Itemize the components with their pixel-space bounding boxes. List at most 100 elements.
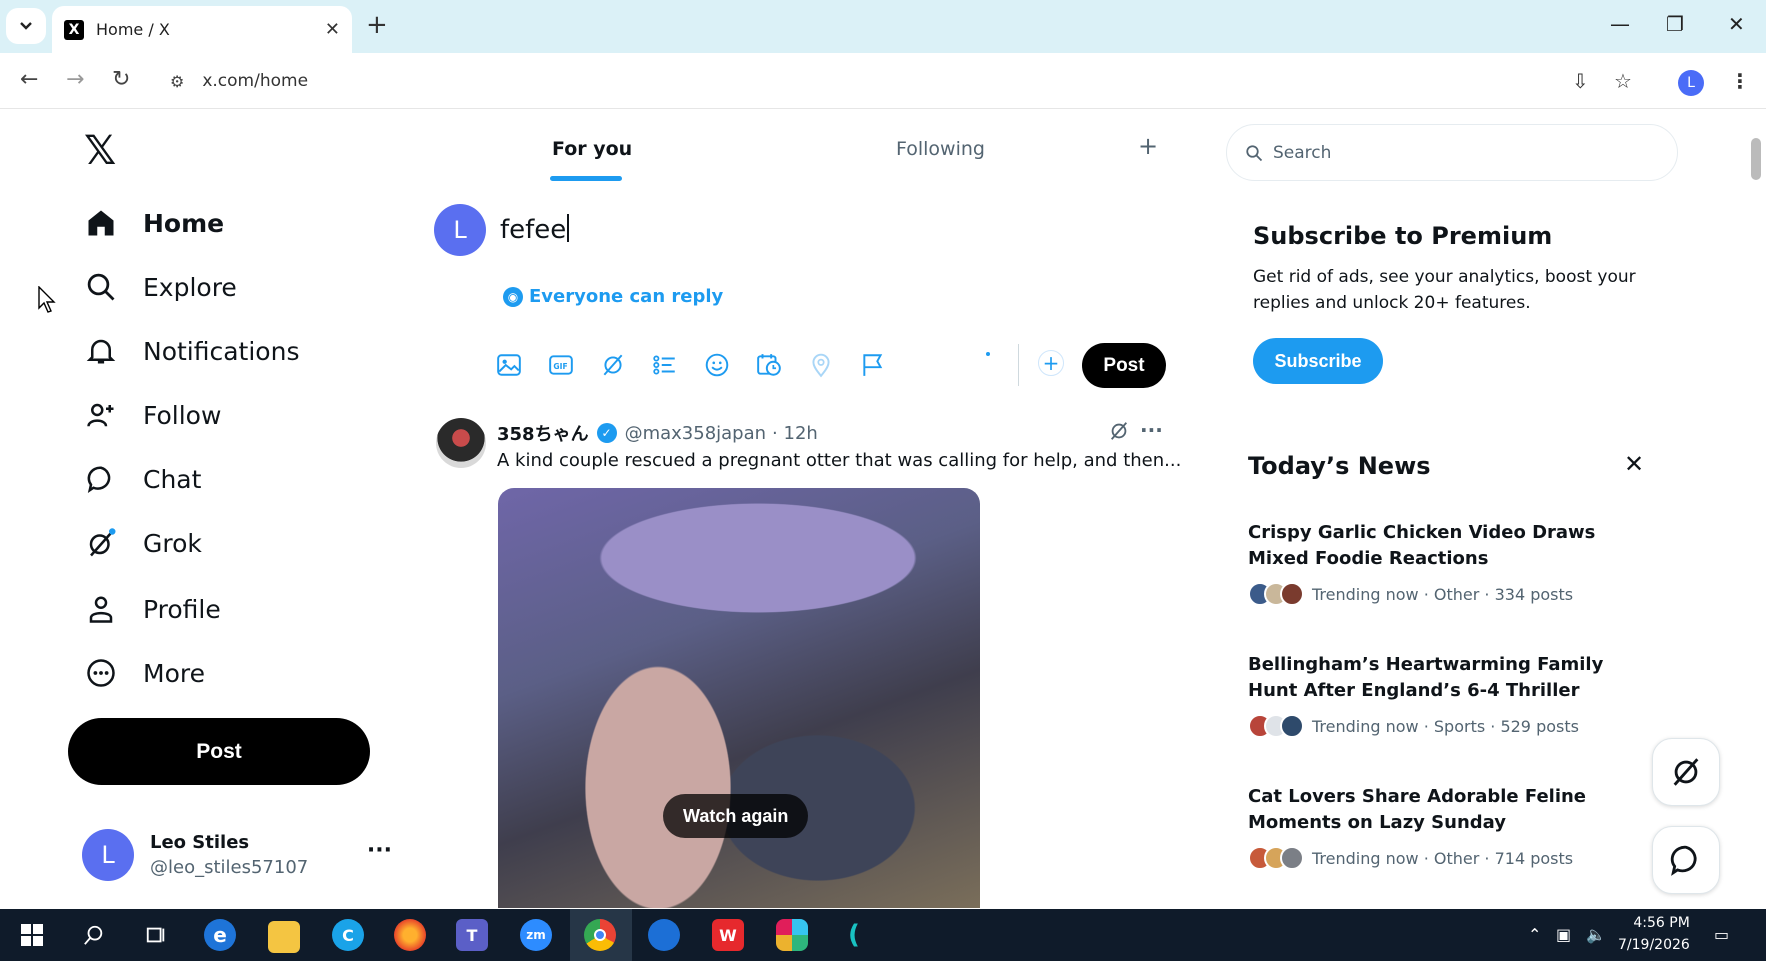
tab-search-button[interactable] bbox=[6, 8, 46, 44]
sidebar-post-button[interactable]: Post bbox=[68, 718, 370, 785]
wave-app-icon[interactable]: ( bbox=[838, 919, 870, 951]
tweet-video[interactable]: Watch again bbox=[498, 488, 980, 908]
news-meta: Trending now · Other · 334 posts bbox=[1312, 584, 1574, 604]
sidebar-item-home[interactable]: Home bbox=[84, 198, 224, 248]
grok-icon[interactable] bbox=[600, 348, 652, 382]
flag-icon[interactable] bbox=[860, 348, 912, 382]
site-settings-icon[interactable]: ⚙ bbox=[170, 72, 184, 91]
premium-description: Get rid of ads, see your analytics, boos… bbox=[1253, 267, 1636, 313]
edge-legacy-icon[interactable]: e bbox=[204, 919, 236, 951]
location-icon[interactable] bbox=[808, 348, 860, 382]
search-box[interactable] bbox=[1226, 124, 1678, 181]
chrome-icon[interactable] bbox=[584, 919, 616, 951]
windows-start-icon[interactable] bbox=[16, 919, 48, 951]
news-avatars bbox=[1248, 582, 1304, 606]
tweet-author-handle[interactable]: @max358japan bbox=[625, 423, 766, 444]
sidebar-item-notifications[interactable]: Notifications bbox=[84, 326, 299, 376]
tray-chevron-up-icon[interactable]: ⌃ bbox=[1528, 925, 1541, 944]
premium-title: Subscribe to Premium bbox=[1253, 222, 1553, 250]
news-avatars bbox=[1248, 846, 1304, 870]
grok-floating-button[interactable] bbox=[1652, 738, 1720, 806]
notification-center-icon[interactable]: ▭ bbox=[1714, 925, 1729, 944]
person-icon bbox=[84, 592, 118, 626]
bookmark-star-icon[interactable]: ☆ bbox=[1614, 69, 1632, 93]
tweet-more-icon[interactable]: ··· bbox=[1140, 418, 1163, 442]
task-view-icon[interactable] bbox=[140, 919, 172, 951]
sidebar-item-label: Profile bbox=[143, 594, 221, 624]
sidebar-item-more[interactable]: More bbox=[84, 648, 205, 698]
sidebar-item-label: Home bbox=[143, 208, 225, 238]
forward-icon[interactable]: → bbox=[66, 67, 84, 92]
sidebar-item-grok[interactable]: Grok bbox=[84, 518, 202, 568]
reload-icon[interactable]: ↻ bbox=[112, 67, 130, 92]
reply-setting-button[interactable]: ◉ Everyone can reply bbox=[503, 286, 723, 307]
scrollbar-thumb[interactable] bbox=[1751, 138, 1761, 180]
media-icon[interactable] bbox=[496, 348, 548, 382]
composer-avatar[interactable]: L bbox=[434, 204, 486, 256]
back-icon[interactable]: ← bbox=[20, 67, 38, 92]
minimize-icon[interactable]: — bbox=[1610, 12, 1630, 36]
composer-toolbar: GIF bbox=[496, 348, 912, 382]
c-app-icon[interactable]: C bbox=[332, 919, 364, 951]
zoom-icon[interactable]: zm bbox=[520, 919, 552, 951]
wps-office-icon[interactable]: W bbox=[712, 919, 744, 951]
subscribe-button[interactable]: Subscribe bbox=[1253, 338, 1383, 384]
file-explorer-icon[interactable] bbox=[268, 921, 300, 953]
x-logo[interactable]: 𝕏 bbox=[84, 128, 116, 174]
sidebar-item-explore[interactable]: Explore bbox=[84, 262, 237, 312]
news-headline: Bellingham’s Heartwarming Family Hunt Af… bbox=[1248, 654, 1604, 701]
url-field[interactable]: ⚙ x.com/home bbox=[170, 71, 308, 91]
compose-post-button[interactable]: Post bbox=[1082, 343, 1166, 388]
chat-floating-button[interactable] bbox=[1652, 826, 1720, 894]
schedule-icon[interactable] bbox=[756, 348, 808, 382]
tweet-timestamp[interactable]: · 12h bbox=[772, 423, 818, 444]
tweet-text: A kind couple rescued a pregnant otter t… bbox=[497, 450, 1182, 471]
compose-input[interactable]: fefee bbox=[500, 214, 569, 245]
browser-tab[interactable]: X Home / X ✕ bbox=[52, 6, 352, 53]
gif-icon[interactable]: GIF bbox=[548, 348, 600, 382]
add-tab-icon[interactable]: + bbox=[1138, 132, 1158, 160]
window-close-icon[interactable]: ✕ bbox=[1728, 12, 1745, 36]
teams-icon[interactable]: T bbox=[456, 919, 488, 951]
volume-icon[interactable]: 🔈 bbox=[1586, 925, 1606, 944]
account-names: Leo Stiles @leo_stiles57107 bbox=[150, 832, 308, 878]
news-item[interactable]: Cat Lovers Share Adorable Feline Moments… bbox=[1248, 784, 1648, 870]
clock-time: 4:56 PM bbox=[1633, 915, 1690, 931]
tab-close-icon[interactable]: ✕ bbox=[325, 19, 340, 40]
new-tab-icon[interactable]: + bbox=[366, 10, 388, 40]
sidebar-item-profile[interactable]: Profile bbox=[84, 584, 221, 634]
news-item[interactable]: Bellingham’s Heartwarming Family Hunt Af… bbox=[1248, 652, 1648, 738]
watch-again-button[interactable]: Watch again bbox=[663, 794, 809, 838]
account-more-icon[interactable]: ··· bbox=[367, 838, 392, 863]
firefox-icon[interactable] bbox=[394, 919, 426, 951]
news-meta-row: Trending now · Other · 334 posts bbox=[1248, 582, 1648, 606]
sidebar-item-follow[interactable]: Follow bbox=[84, 390, 221, 440]
slack-icon[interactable] bbox=[776, 919, 808, 951]
taskbar-clock[interactable]: 4:56 PM 7/19/2026 bbox=[1618, 912, 1690, 956]
browser-profile-avatar[interactable]: L bbox=[1678, 70, 1704, 96]
chat-bubble-icon bbox=[84, 462, 118, 496]
grok-icon[interactable] bbox=[1108, 420, 1130, 446]
taskbar-search-icon[interactable] bbox=[78, 919, 110, 951]
thunderbird-icon[interactable] bbox=[648, 919, 680, 951]
tab-following[interactable]: Following bbox=[896, 138, 985, 160]
add-post-icon[interactable]: + bbox=[1038, 350, 1064, 376]
poll-icon[interactable] bbox=[652, 348, 704, 382]
close-icon[interactable]: ✕ bbox=[1624, 450, 1644, 478]
account-switcher[interactable]: L Leo Stiles @leo_stiles57107 ··· bbox=[82, 820, 392, 890]
chevron-down-icon bbox=[20, 22, 32, 30]
tweet-author-name[interactable]: 358ちゃん bbox=[497, 420, 589, 446]
search-input[interactable] bbox=[1273, 142, 1653, 163]
restore-icon[interactable]: ❐ bbox=[1666, 12, 1684, 36]
tab-for-you[interactable]: For you bbox=[552, 138, 632, 160]
news-item[interactable]: Crispy Garlic Chicken Video Draws Mixed … bbox=[1248, 520, 1648, 606]
browser-menu-icon[interactable]: ⋮ bbox=[1730, 69, 1750, 93]
emoji-icon[interactable] bbox=[704, 348, 756, 382]
network-icon[interactable]: ▣ bbox=[1556, 925, 1571, 944]
tweet-avatar[interactable] bbox=[436, 418, 486, 468]
page-scrollbar[interactable] bbox=[1748, 110, 1766, 910]
news-title: Today’s News bbox=[1248, 452, 1431, 480]
install-app-icon[interactable]: ⇩ bbox=[1572, 69, 1589, 93]
sidebar-item-chat[interactable]: Chat bbox=[84, 454, 201, 504]
clock-date: 7/19/2026 bbox=[1618, 937, 1690, 953]
